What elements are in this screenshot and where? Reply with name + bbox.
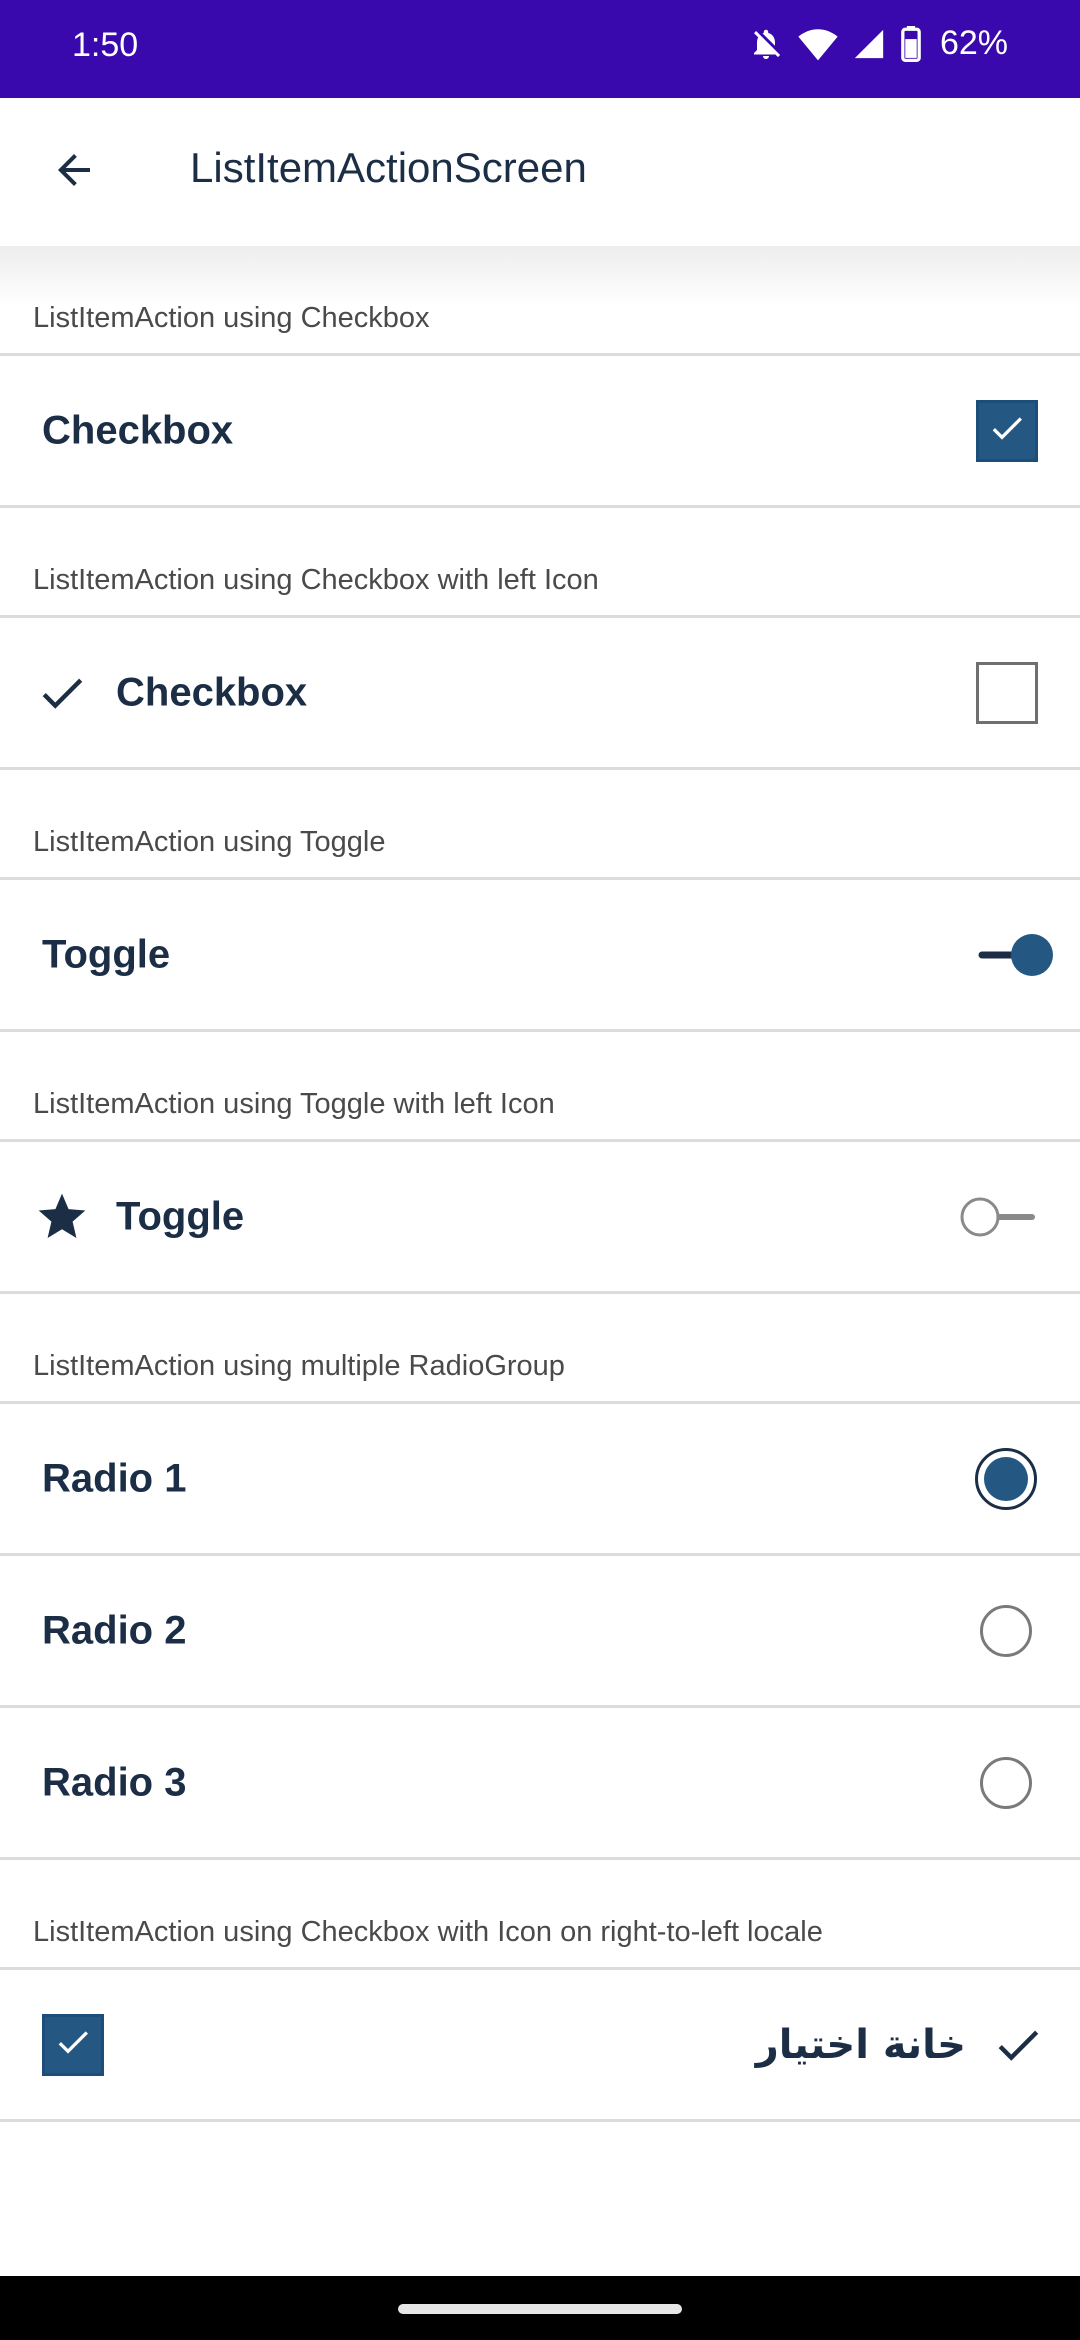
radio-button[interactable] bbox=[980, 1756, 1032, 1809]
star-icon bbox=[34, 1189, 90, 1245]
battery-percent: 62% bbox=[939, 24, 1008, 62]
battery-icon bbox=[900, 25, 922, 62]
list-item-label: Radio 3 bbox=[42, 1760, 187, 1804]
notifications-off-icon bbox=[748, 26, 784, 62]
list-item-toggle-left-icon[interactable]: Toggle bbox=[0, 1142, 1080, 1294]
check-icon bbox=[34, 665, 90, 721]
radio-button-selected[interactable] bbox=[975, 1447, 1037, 1510]
list-item-radio-2[interactable]: Radio 2 bbox=[0, 1556, 1080, 1708]
signal-icon bbox=[852, 27, 886, 61]
list-item-radio-3[interactable]: Radio 3 bbox=[0, 1708, 1080, 1860]
page-title: ListItemActionScreen bbox=[190, 144, 587, 191]
section-title: ListItemAction using Toggle bbox=[33, 826, 386, 858]
home-gesture-handle[interactable] bbox=[398, 2304, 682, 2314]
status-time: 1:50 bbox=[72, 26, 139, 64]
list-item-radio-1[interactable]: Radio 1 bbox=[0, 1404, 1080, 1556]
section-header-checkbox-left-icon: ListItemAction using Checkbox with left … bbox=[0, 508, 1080, 618]
section-title: ListItemAction using Checkbox with Icon … bbox=[33, 1916, 823, 1948]
section-title: ListItemAction using Checkbox with left … bbox=[33, 564, 599, 596]
section-title: ListItemAction using Toggle with left Ic… bbox=[33, 1088, 555, 1120]
list-item-label: Radio 1 bbox=[42, 1456, 187, 1500]
section-header-checkbox: ListItemAction using Checkbox bbox=[0, 246, 1080, 356]
list-item-label: Toggle bbox=[116, 1194, 245, 1238]
status-bar: 1:50 62% bbox=[0, 0, 1080, 98]
toggle-switch-on[interactable] bbox=[978, 930, 1058, 980]
list-item-toggle[interactable]: Toggle bbox=[0, 880, 1080, 1032]
list-item-rtl-checkbox[interactable]: خانة اختيار bbox=[0, 1970, 1080, 2122]
radio-button[interactable] bbox=[980, 1604, 1032, 1657]
checkmark-icon bbox=[987, 408, 1027, 453]
list-item-label: Checkbox bbox=[116, 670, 308, 714]
check-icon bbox=[990, 2017, 1046, 2073]
list-item-label: Toggle bbox=[42, 932, 171, 976]
section-header-toggle-left-icon: ListItemAction using Toggle with left Ic… bbox=[0, 1032, 1080, 1142]
checkbox[interactable] bbox=[976, 399, 1038, 462]
app-bar: ListItemActionScreen bbox=[0, 98, 1080, 246]
list-content: ListItemAction using Checkbox Checkbox L… bbox=[0, 246, 1080, 2122]
section-title: ListItemAction using Checkbox bbox=[33, 302, 430, 334]
list-item-label: خانة اختيار bbox=[755, 2021, 966, 2068]
checkbox[interactable] bbox=[42, 2013, 104, 2076]
list-item-label: Checkbox bbox=[42, 408, 234, 452]
list-item-checkbox-left-icon[interactable]: Checkbox bbox=[0, 618, 1080, 770]
back-button[interactable] bbox=[36, 134, 112, 210]
list-item-label: Radio 2 bbox=[42, 1608, 187, 1652]
arrow-back-icon bbox=[50, 146, 98, 199]
list-item-checkbox[interactable]: Checkbox bbox=[0, 356, 1080, 508]
checkbox[interactable] bbox=[976, 661, 1038, 724]
section-header-toggle: ListItemAction using Toggle bbox=[0, 770, 1080, 880]
status-icons: 62% bbox=[748, 24, 1008, 63]
toggle-switch-off[interactable] bbox=[958, 1192, 1038, 1242]
section-header-rtl-checkbox: ListItemAction using Checkbox with Icon … bbox=[0, 1860, 1080, 1970]
section-title: ListItemAction using multiple RadioGroup bbox=[33, 1350, 565, 1382]
wifi-icon bbox=[798, 26, 838, 62]
checkmark-icon bbox=[53, 2022, 93, 2067]
section-header-radio-group: ListItemAction using multiple RadioGroup bbox=[0, 1294, 1080, 1404]
system-nav-bar bbox=[0, 2276, 1080, 2340]
